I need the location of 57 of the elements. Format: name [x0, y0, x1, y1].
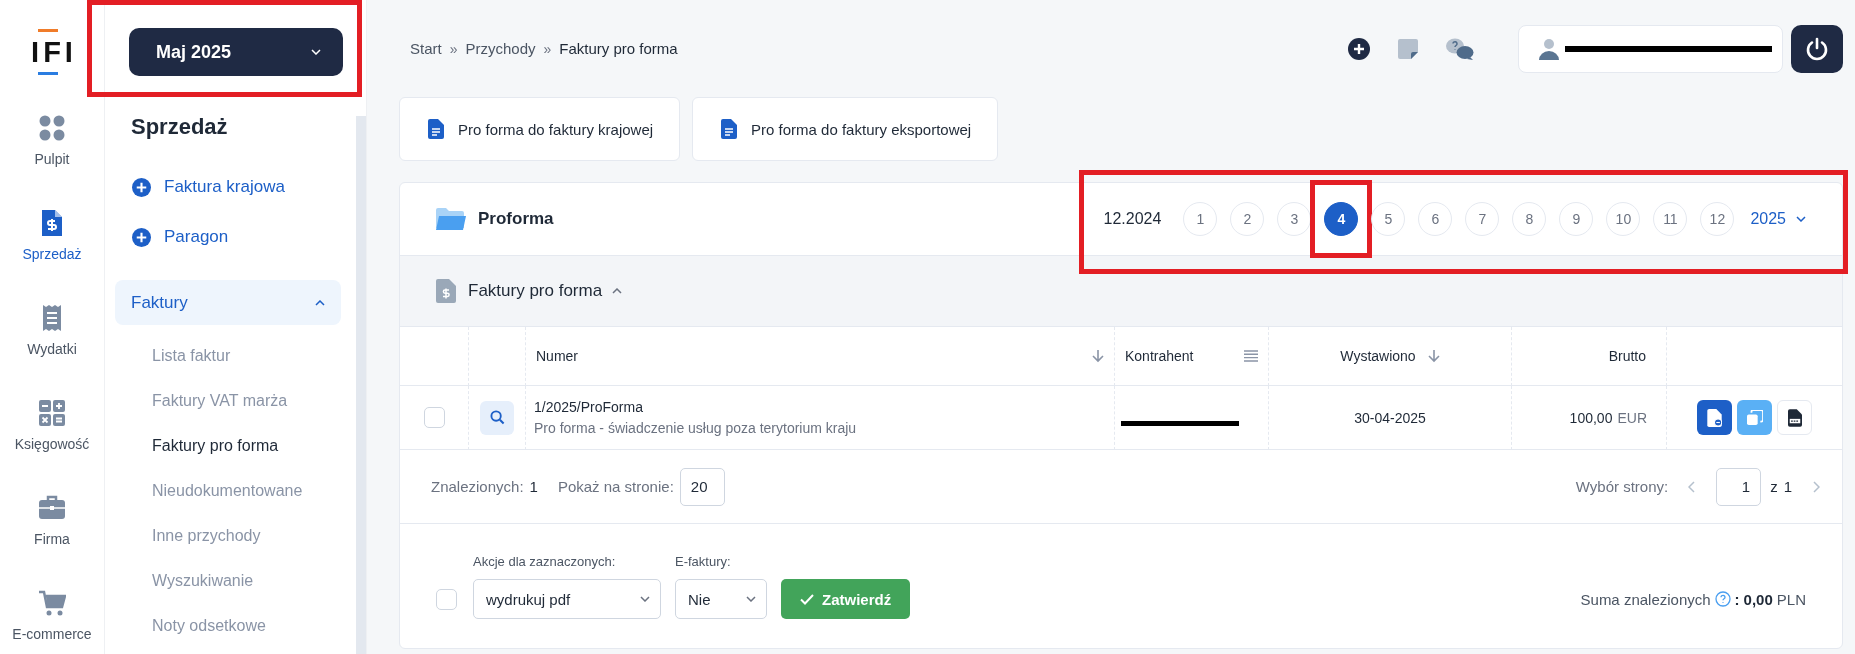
breadcrumb-separator: »	[543, 40, 552, 57]
sum-currency: PLN	[1776, 590, 1806, 608]
e-invoice-dropdown[interactable]: Nie	[675, 579, 767, 619]
sum-separator: :	[1734, 590, 1740, 608]
submit-button[interactable]: Zatwierdź	[781, 579, 911, 619]
nav-item[interactable]: Wydatki	[0, 304, 104, 399]
sum-value: 0,00	[1743, 590, 1773, 608]
per-page-field[interactable]: 20	[679, 467, 725, 506]
page-count: 1	[1783, 478, 1792, 495]
column-header: Brutto	[1608, 348, 1646, 364]
breadcrumb-current: Faktury pro forma	[559, 40, 678, 57]
submenu-item[interactable]: Lista faktur	[129, 333, 356, 378]
page-of-label: z	[1770, 478, 1778, 495]
submenu-item[interactable]: Inne przychody	[129, 513, 356, 558]
submenu-item[interactable]: Faktury pro forma	[129, 423, 356, 468]
nav-item[interactable]: Firma	[0, 494, 104, 589]
field-label: E-faktury:	[675, 554, 732, 569]
nav-item[interactable]: Pulpit	[0, 114, 104, 209]
column-header: Kontrahent	[1125, 348, 1194, 364]
card-title: Proforma	[478, 209, 555, 229]
action-dropdown[interactable]: wydrukuj pdf	[473, 579, 661, 619]
submenu-item[interactable]: Wyszukiwanie	[129, 558, 356, 603]
create-link[interactable]: Faktura krajowa	[129, 162, 356, 212]
invoice-number: 1/2025/ProForma	[534, 399, 643, 415]
invoice-description: Pro forma - świadczenie usług poza terytorium kraju	[534, 420, 857, 436]
currency: EUR	[1617, 409, 1647, 426]
nav-item[interactable]: Księgowość	[0, 399, 104, 494]
create-link[interactable]: Paragon	[129, 212, 356, 262]
column-header: Numer	[536, 348, 578, 364]
section-title: Sprzedaż	[130, 114, 229, 140]
found-count: 1	[529, 478, 538, 495]
year-dropdown[interactable]: 2025	[1750, 210, 1806, 228]
nav-item[interactable]: E-commerce	[0, 589, 104, 654]
submenu-item[interactable]: Nieudokumentowane	[129, 468, 356, 513]
period-label: 12.2024	[1103, 210, 1162, 228]
amount: 100,00	[1569, 409, 1613, 426]
table-cell: 30-04-2025	[1354, 409, 1426, 426]
create-button[interactable]: Pro forma do faktury krajowej	[399, 97, 681, 161]
menu-group[interactable]: Faktury	[115, 280, 341, 325]
sum-label: Suma znalezionych	[1580, 590, 1711, 608]
logo: IFI	[27, 28, 77, 76]
section-toggle[interactable]: Faktury pro forma	[468, 281, 623, 301]
month-button[interactable]: 4	[1324, 202, 1359, 236]
month-picker[interactable]: Maj 2025	[129, 28, 343, 76]
page-field[interactable]: 1	[1716, 467, 1762, 506]
submenu-item[interactable]: Noty odsetkowe	[129, 603, 356, 648]
breadcrumb-link[interactable]: Przychody	[465, 40, 536, 57]
submenu-item[interactable]: Faktury VAT marża	[129, 378, 356, 423]
page-label: Wybór strony:	[1575, 478, 1669, 495]
found-label: Znalezionych:	[431, 478, 524, 495]
field-label: Akcje dla zaznaczonych:	[473, 554, 617, 569]
breadcrumb-link[interactable]: Start	[410, 40, 442, 57]
create-button[interactable]: Pro forma do faktury eksportowej	[692, 97, 999, 161]
breadcrumb-separator: »	[449, 40, 458, 57]
column-header: Wystawiono	[1340, 348, 1416, 364]
per-page-label: Pokaż na stronie:	[557, 478, 674, 495]
nav-item[interactable]: Sprzedaż	[0, 209, 104, 304]
